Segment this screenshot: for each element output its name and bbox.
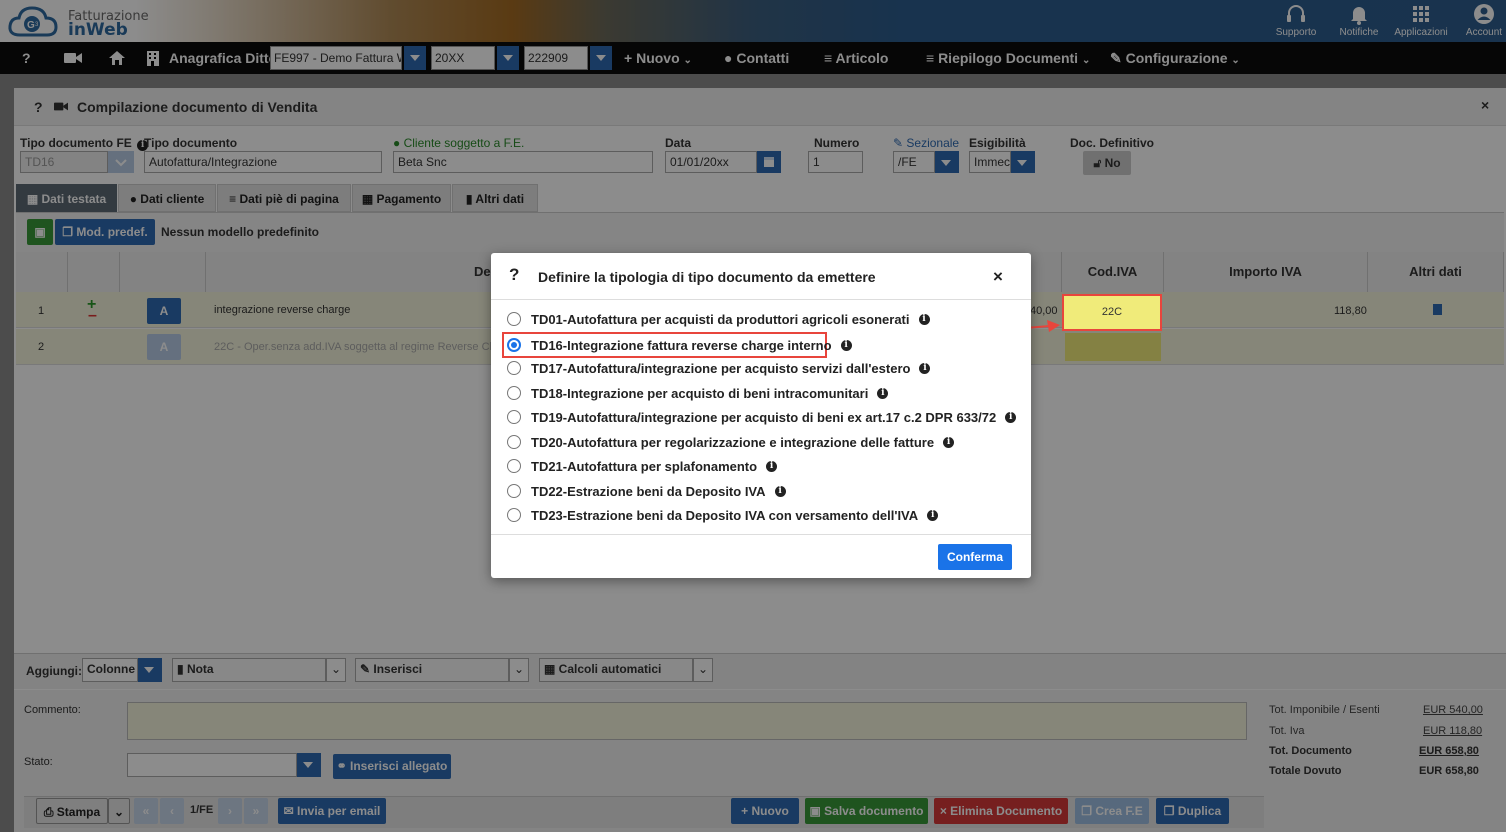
modal-close-icon[interactable]: × — [993, 267, 1003, 287]
modal-footer-divider — [491, 534, 1031, 535]
modal-header-divider — [491, 299, 1031, 300]
conferma-button[interactable]: Conferma — [938, 544, 1012, 570]
info-icon[interactable]: i — [766, 460, 778, 472]
info-icon[interactable]: i — [1005, 411, 1017, 423]
radio-td20[interactable] — [507, 435, 521, 449]
info-icon[interactable]: i — [774, 485, 786, 497]
info-icon[interactable]: i — [877, 387, 889, 399]
radio-td23[interactable] — [507, 508, 521, 522]
option-td22[interactable]: TD22-Estrazione beni da Deposito IVA i — [507, 480, 786, 502]
radio-td22[interactable] — [507, 484, 521, 498]
option-td01[interactable]: TD01-Autofattura per acquisti da produtt… — [507, 308, 930, 330]
option-td20[interactable]: TD20-Autofattura per regolarizzazione e … — [507, 431, 955, 453]
radio-td16[interactable] — [507, 338, 521, 352]
radio-td17[interactable] — [507, 361, 521, 375]
radio-td01[interactable] — [507, 312, 521, 326]
info-icon[interactable]: i — [840, 339, 852, 351]
modal-help-icon: ? — [509, 265, 520, 284]
option-td21[interactable]: TD21-Autofattura per splafonamento i — [507, 455, 778, 477]
option-td23[interactable]: TD23-Estrazione beni da Deposito IVA con… — [507, 504, 939, 526]
radio-td21[interactable] — [507, 459, 521, 473]
modal-title: Definire la tipologia di tipo documento … — [538, 269, 876, 285]
tipologia-modal: ? Definire la tipologia di tipo document… — [491, 253, 1031, 578]
info-icon[interactable]: i — [918, 313, 930, 325]
radio-td18[interactable] — [507, 386, 521, 400]
option-td17[interactable]: TD17-Autofattura/integrazione per acquis… — [507, 357, 931, 379]
option-td16[interactable]: TD16-Integrazione fattura reverse charge… — [507, 334, 852, 356]
info-icon[interactable]: i — [927, 509, 939, 521]
radio-td19[interactable] — [507, 410, 521, 424]
codiva-highlight[interactable]: 22C — [1062, 294, 1162, 331]
info-icon[interactable]: i — [943, 436, 955, 448]
info-icon[interactable]: i — [919, 362, 931, 374]
option-td18[interactable]: TD18-Integrazione per acquisto di beni i… — [507, 382, 889, 404]
option-td19[interactable]: TD19-Autofattura/integrazione per acquis… — [507, 406, 1017, 428]
